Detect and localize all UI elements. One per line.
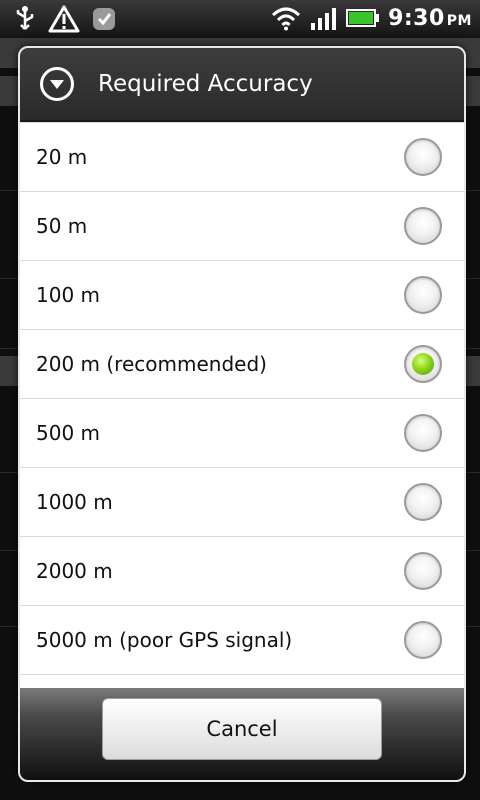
option-5000m[interactable]: 5000 m (poor GPS signal) — [20, 606, 464, 675]
radio-button[interactable] — [404, 552, 442, 590]
option-label: 50 m — [36, 214, 88, 238]
option-200m[interactable]: 200 m (recommended) — [20, 330, 464, 399]
option-2000m[interactable]: 2000 m — [20, 537, 464, 606]
radio-button-selected[interactable] — [404, 345, 442, 383]
option-100m[interactable]: 100 m — [20, 261, 464, 330]
option-label: 500 m — [36, 421, 101, 445]
radio-button[interactable] — [404, 207, 442, 245]
radio-button[interactable] — [404, 414, 442, 452]
status-bar: 9:30 PM — [0, 0, 480, 38]
option-label: 20 m — [36, 145, 88, 169]
option-500m[interactable]: 500 m — [20, 399, 464, 468]
cancel-button[interactable]: Cancel — [102, 698, 382, 760]
status-left — [12, 5, 118, 33]
option-20m[interactable]: 20 m — [20, 122, 464, 192]
battery-icon — [346, 9, 380, 27]
radio-button[interactable] — [404, 138, 442, 176]
sync-icon — [93, 8, 115, 30]
option-label: 1000 m — [36, 490, 113, 514]
warning-icon — [48, 5, 80, 33]
clock: 9:30 PM — [388, 6, 472, 31]
radio-button[interactable] — [404, 276, 442, 314]
option-label: 5000 m (poor GPS signal) — [36, 628, 293, 652]
wifi-icon — [272, 7, 301, 31]
dialog-title: Required Accuracy — [98, 71, 313, 97]
usb-icon — [16, 6, 34, 30]
accuracy-options-list: 20 m 50 m 100 m 200 m (recommended) 500 … — [20, 122, 464, 675]
option-1000m[interactable]: 1000 m — [20, 468, 464, 537]
option-label: 2000 m — [36, 559, 113, 583]
option-50m[interactable]: 50 m — [20, 192, 464, 261]
clock-time: 9:30 — [388, 5, 445, 31]
signal-icon — [311, 8, 337, 30]
status-right: 9:30 PM — [270, 5, 472, 31]
dialog-title-bar: Required Accuracy — [20, 48, 464, 122]
radio-button[interactable] — [404, 621, 442, 659]
radio-button[interactable] — [404, 483, 442, 521]
dropdown-circle-icon — [40, 67, 74, 101]
option-label: 200 m (recommended) — [36, 352, 267, 376]
option-label: 100 m — [36, 283, 101, 307]
dialog-footer: Cancel — [20, 688, 464, 780]
accuracy-dialog: Required Accuracy 20 m 50 m 100 m 200 m … — [18, 46, 466, 782]
clock-ampm: PM — [446, 12, 472, 29]
